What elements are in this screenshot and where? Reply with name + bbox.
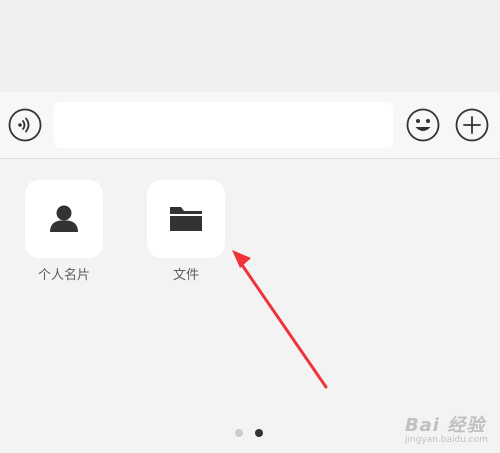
voice-button[interactable] [8, 108, 42, 142]
voice-wave-icon [8, 108, 42, 142]
watermark-sub: jingyan.baidu.com [404, 435, 488, 445]
watermark: Bai 经验 jingyan.baidu.com [405, 411, 488, 445]
contact-card-label: 个人名片 [37, 268, 90, 283]
plus-circle-icon [455, 108, 489, 142]
more-button[interactable] [455, 108, 489, 142]
file-tile[interactable] [147, 180, 225, 258]
chat-input-bar [0, 92, 500, 159]
person-icon [50, 205, 78, 232]
contact-card-tile[interactable] [25, 180, 103, 258]
watermark-brand: Bai 经验 [404, 415, 486, 436]
page-indicator-dot-1[interactable] [235, 429, 243, 437]
folder-icon [170, 207, 202, 231]
smiley-icon [406, 108, 440, 142]
emoji-button[interactable] [406, 108, 440, 142]
chat-message-area [0, 0, 500, 92]
file-label: 文件 [172, 268, 199, 283]
page-indicator-dot-2[interactable] [255, 429, 263, 437]
message-input[interactable] [54, 102, 393, 148]
